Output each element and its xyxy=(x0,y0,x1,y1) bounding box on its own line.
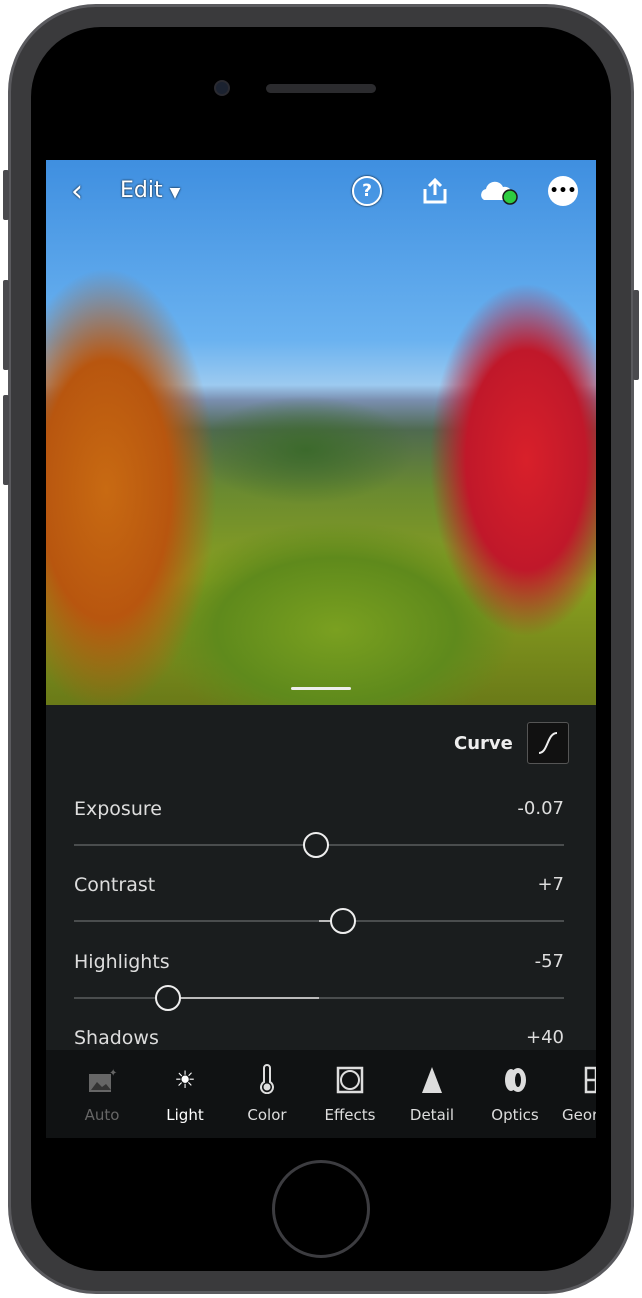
tool-detail[interactable]: Detail xyxy=(392,1050,472,1138)
sun-icon: ☀ xyxy=(174,1066,196,1094)
cloud-synced-icon[interactable] xyxy=(478,176,520,206)
exposure-thumb[interactable] xyxy=(303,832,329,858)
caret-down-icon: ▼ xyxy=(169,185,181,201)
share-icon[interactable] xyxy=(420,176,450,206)
chevron-left-icon[interactable]: ‹ xyxy=(62,174,92,209)
volume-down-button xyxy=(3,395,9,485)
exposure-value[interactable]: -0.07 xyxy=(517,798,564,819)
edit-toolbar: ✦ Auto ☀ Light Color Effects Detail Opti… xyxy=(46,1050,596,1138)
tool-auto[interactable]: ✦ Auto xyxy=(62,1050,142,1138)
highlights-fill xyxy=(168,997,319,999)
contrast-value[interactable]: +7 xyxy=(537,874,564,895)
auto-image-icon: ✦ xyxy=(62,1050,142,1094)
contrast-label: Contrast xyxy=(74,874,156,896)
ellipsis-circle-icon[interactable]: ••• xyxy=(548,176,578,206)
contrast-thumb[interactable] xyxy=(330,908,356,934)
exposure-label: Exposure xyxy=(74,798,162,820)
tool-optics[interactable]: Optics xyxy=(475,1050,555,1138)
edit-menu[interactable]: Edit ▼ xyxy=(120,178,180,203)
tool-label: Light xyxy=(166,1106,204,1124)
geometry-icon xyxy=(556,1050,596,1094)
highlights-track[interactable] xyxy=(74,997,564,999)
mute-switch xyxy=(3,170,9,220)
photo-preview[interactable] xyxy=(46,160,596,705)
shadows-value[interactable]: +40 xyxy=(526,1027,564,1048)
tool-label: Effects xyxy=(324,1106,376,1124)
vignette-icon xyxy=(310,1050,390,1094)
highlights-value[interactable]: -57 xyxy=(535,951,564,972)
tool-label: Geor xyxy=(562,1106,596,1124)
earpiece-speaker xyxy=(266,84,376,93)
tool-label: Auto xyxy=(84,1106,120,1124)
curve-button[interactable] xyxy=(527,722,569,764)
home-button[interactable] xyxy=(272,1160,370,1258)
light-panel: Curve Exposure -0.07 Contrast +7 Highlig… xyxy=(46,705,596,1050)
thermometer-icon xyxy=(227,1050,307,1094)
app-screen: ‹ Edit ▼ ? ••• Curve Exposure -0.07 Cont… xyxy=(46,160,596,1138)
front-camera xyxy=(214,80,230,96)
tool-label: Optics xyxy=(491,1106,539,1124)
triangle-icon xyxy=(392,1050,472,1094)
edit-title: Edit xyxy=(120,178,163,203)
tool-label: Color xyxy=(247,1106,287,1124)
power-button xyxy=(633,290,639,380)
highlights-label: Highlights xyxy=(74,951,170,973)
tool-effects[interactable]: Effects xyxy=(310,1050,390,1138)
curve-icon xyxy=(538,732,558,754)
question-circle-icon[interactable]: ? xyxy=(352,176,382,206)
tool-color[interactable]: Color xyxy=(227,1050,307,1138)
shadows-label: Shadows xyxy=(74,1027,159,1049)
curve-label: Curve xyxy=(454,733,513,754)
svg-text:✦: ✦ xyxy=(109,1068,117,1079)
top-bar: ‹ Edit ▼ ? ••• xyxy=(46,160,596,220)
tool-label: Detail xyxy=(409,1106,455,1124)
tool-geometry[interactable]: Geor xyxy=(552,1050,596,1138)
lens-icon xyxy=(475,1050,555,1094)
volume-up-button xyxy=(3,280,9,370)
highlights-thumb[interactable] xyxy=(155,985,181,1011)
panel-drag-handle[interactable] xyxy=(291,687,351,690)
tool-light[interactable]: ☀ Light xyxy=(145,1050,225,1138)
